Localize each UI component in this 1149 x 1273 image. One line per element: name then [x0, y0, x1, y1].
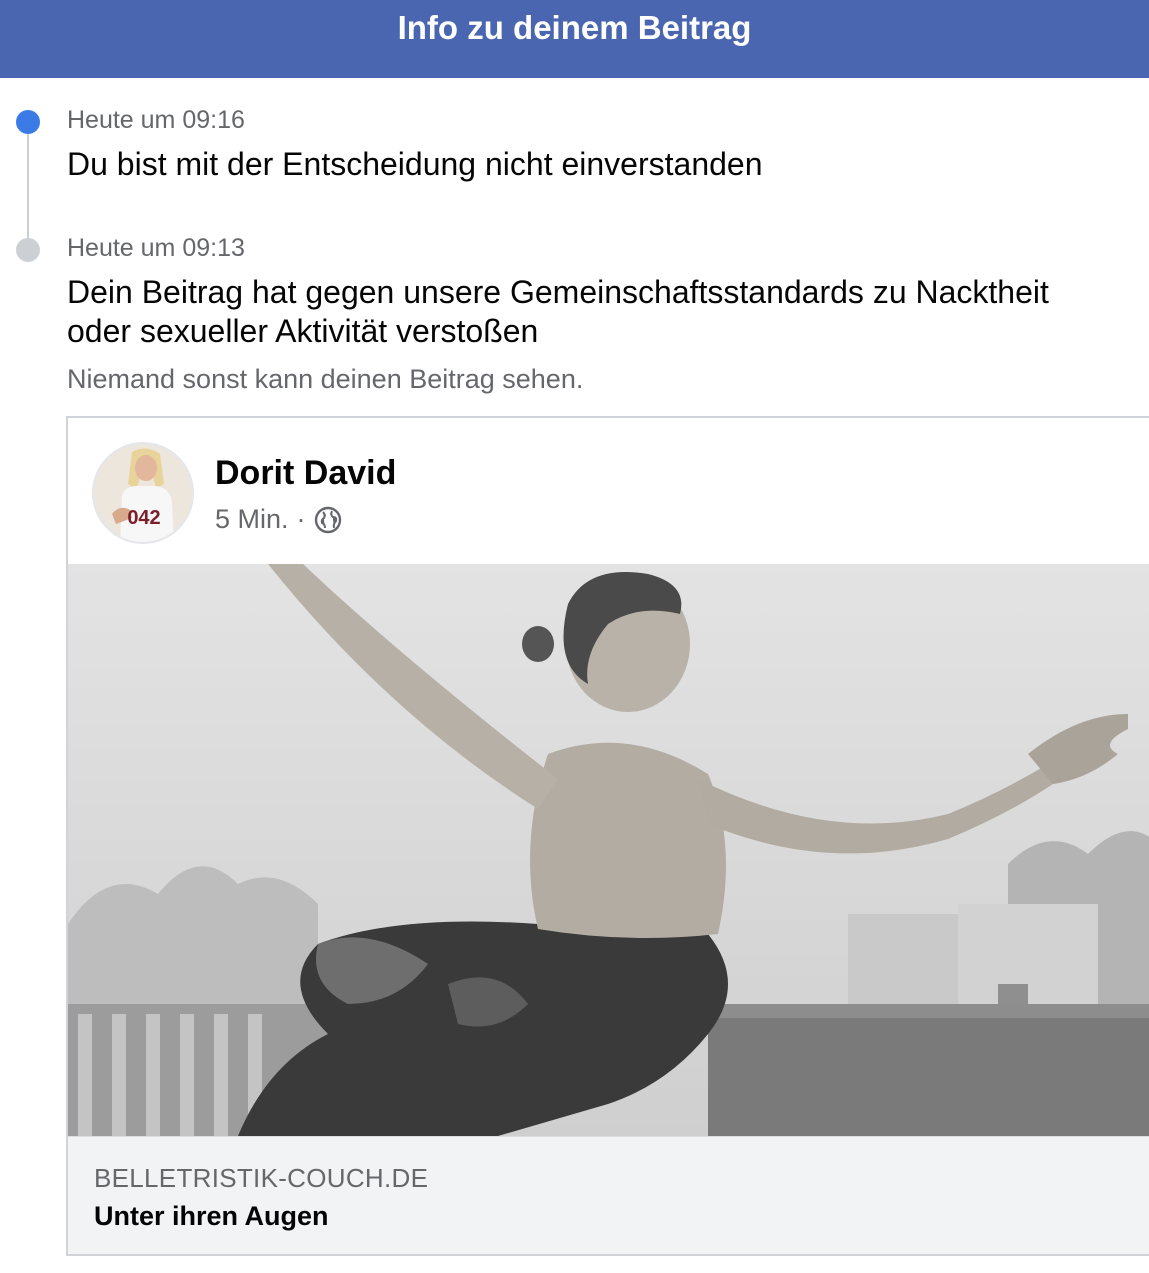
post-author[interactable]: Dorit David	[215, 454, 396, 493]
timeline-message: Dein Beitrag hat gegen unsere Gemeinscha…	[67, 273, 1049, 351]
link-domain: BELLETRISTIK-COUCH.DE	[94, 1163, 429, 1193]
timeline-message-line: oder sexueller Aktivität verstoßen	[67, 313, 539, 349]
avatar[interactable]: 042	[92, 442, 194, 544]
post-photo[interactable]	[68, 564, 1149, 1136]
link-title[interactable]: Unter ihren Augen	[94, 1201, 329, 1232]
visibility-note: Niemand sonst kann deinen Beitrag sehen.	[67, 364, 584, 394]
avatar-badge: 042	[127, 507, 160, 529]
page-title: Info zu deinem Beitrag	[397, 9, 752, 46]
timeline-message: Du bist mit der Entscheidung nicht einve…	[67, 146, 763, 182]
link-preview[interactable]: BELLETRISTIK-COUCH.DE Unter ihren Augen	[68, 1136, 1149, 1254]
timeline-connector	[27, 124, 29, 248]
post-time[interactable]: 5 Min.	[215, 504, 289, 535]
timeline-message-line: Dein Beitrag hat gegen unsere Gemeinscha…	[67, 274, 1049, 310]
globe-icon[interactable]	[314, 506, 342, 534]
timeline-dot-past	[16, 238, 40, 262]
timeline-timestamp: Heute um 09:13	[67, 234, 245, 262]
timeline-timestamp: Heute um 09:16	[67, 106, 245, 134]
timeline-dot-current	[16, 110, 40, 134]
post-preview-card[interactable]: 042 Dorit David 5 Min. · BELLETRISTIK-CO…	[66, 416, 1149, 1256]
post-header: 042 Dorit David 5 Min. ·	[68, 418, 1149, 564]
post-meta: 5 Min. ·	[215, 504, 342, 535]
meta-separator: ·	[296, 504, 306, 534]
top-bar: Info zu deinem Beitrag	[0, 0, 1149, 78]
